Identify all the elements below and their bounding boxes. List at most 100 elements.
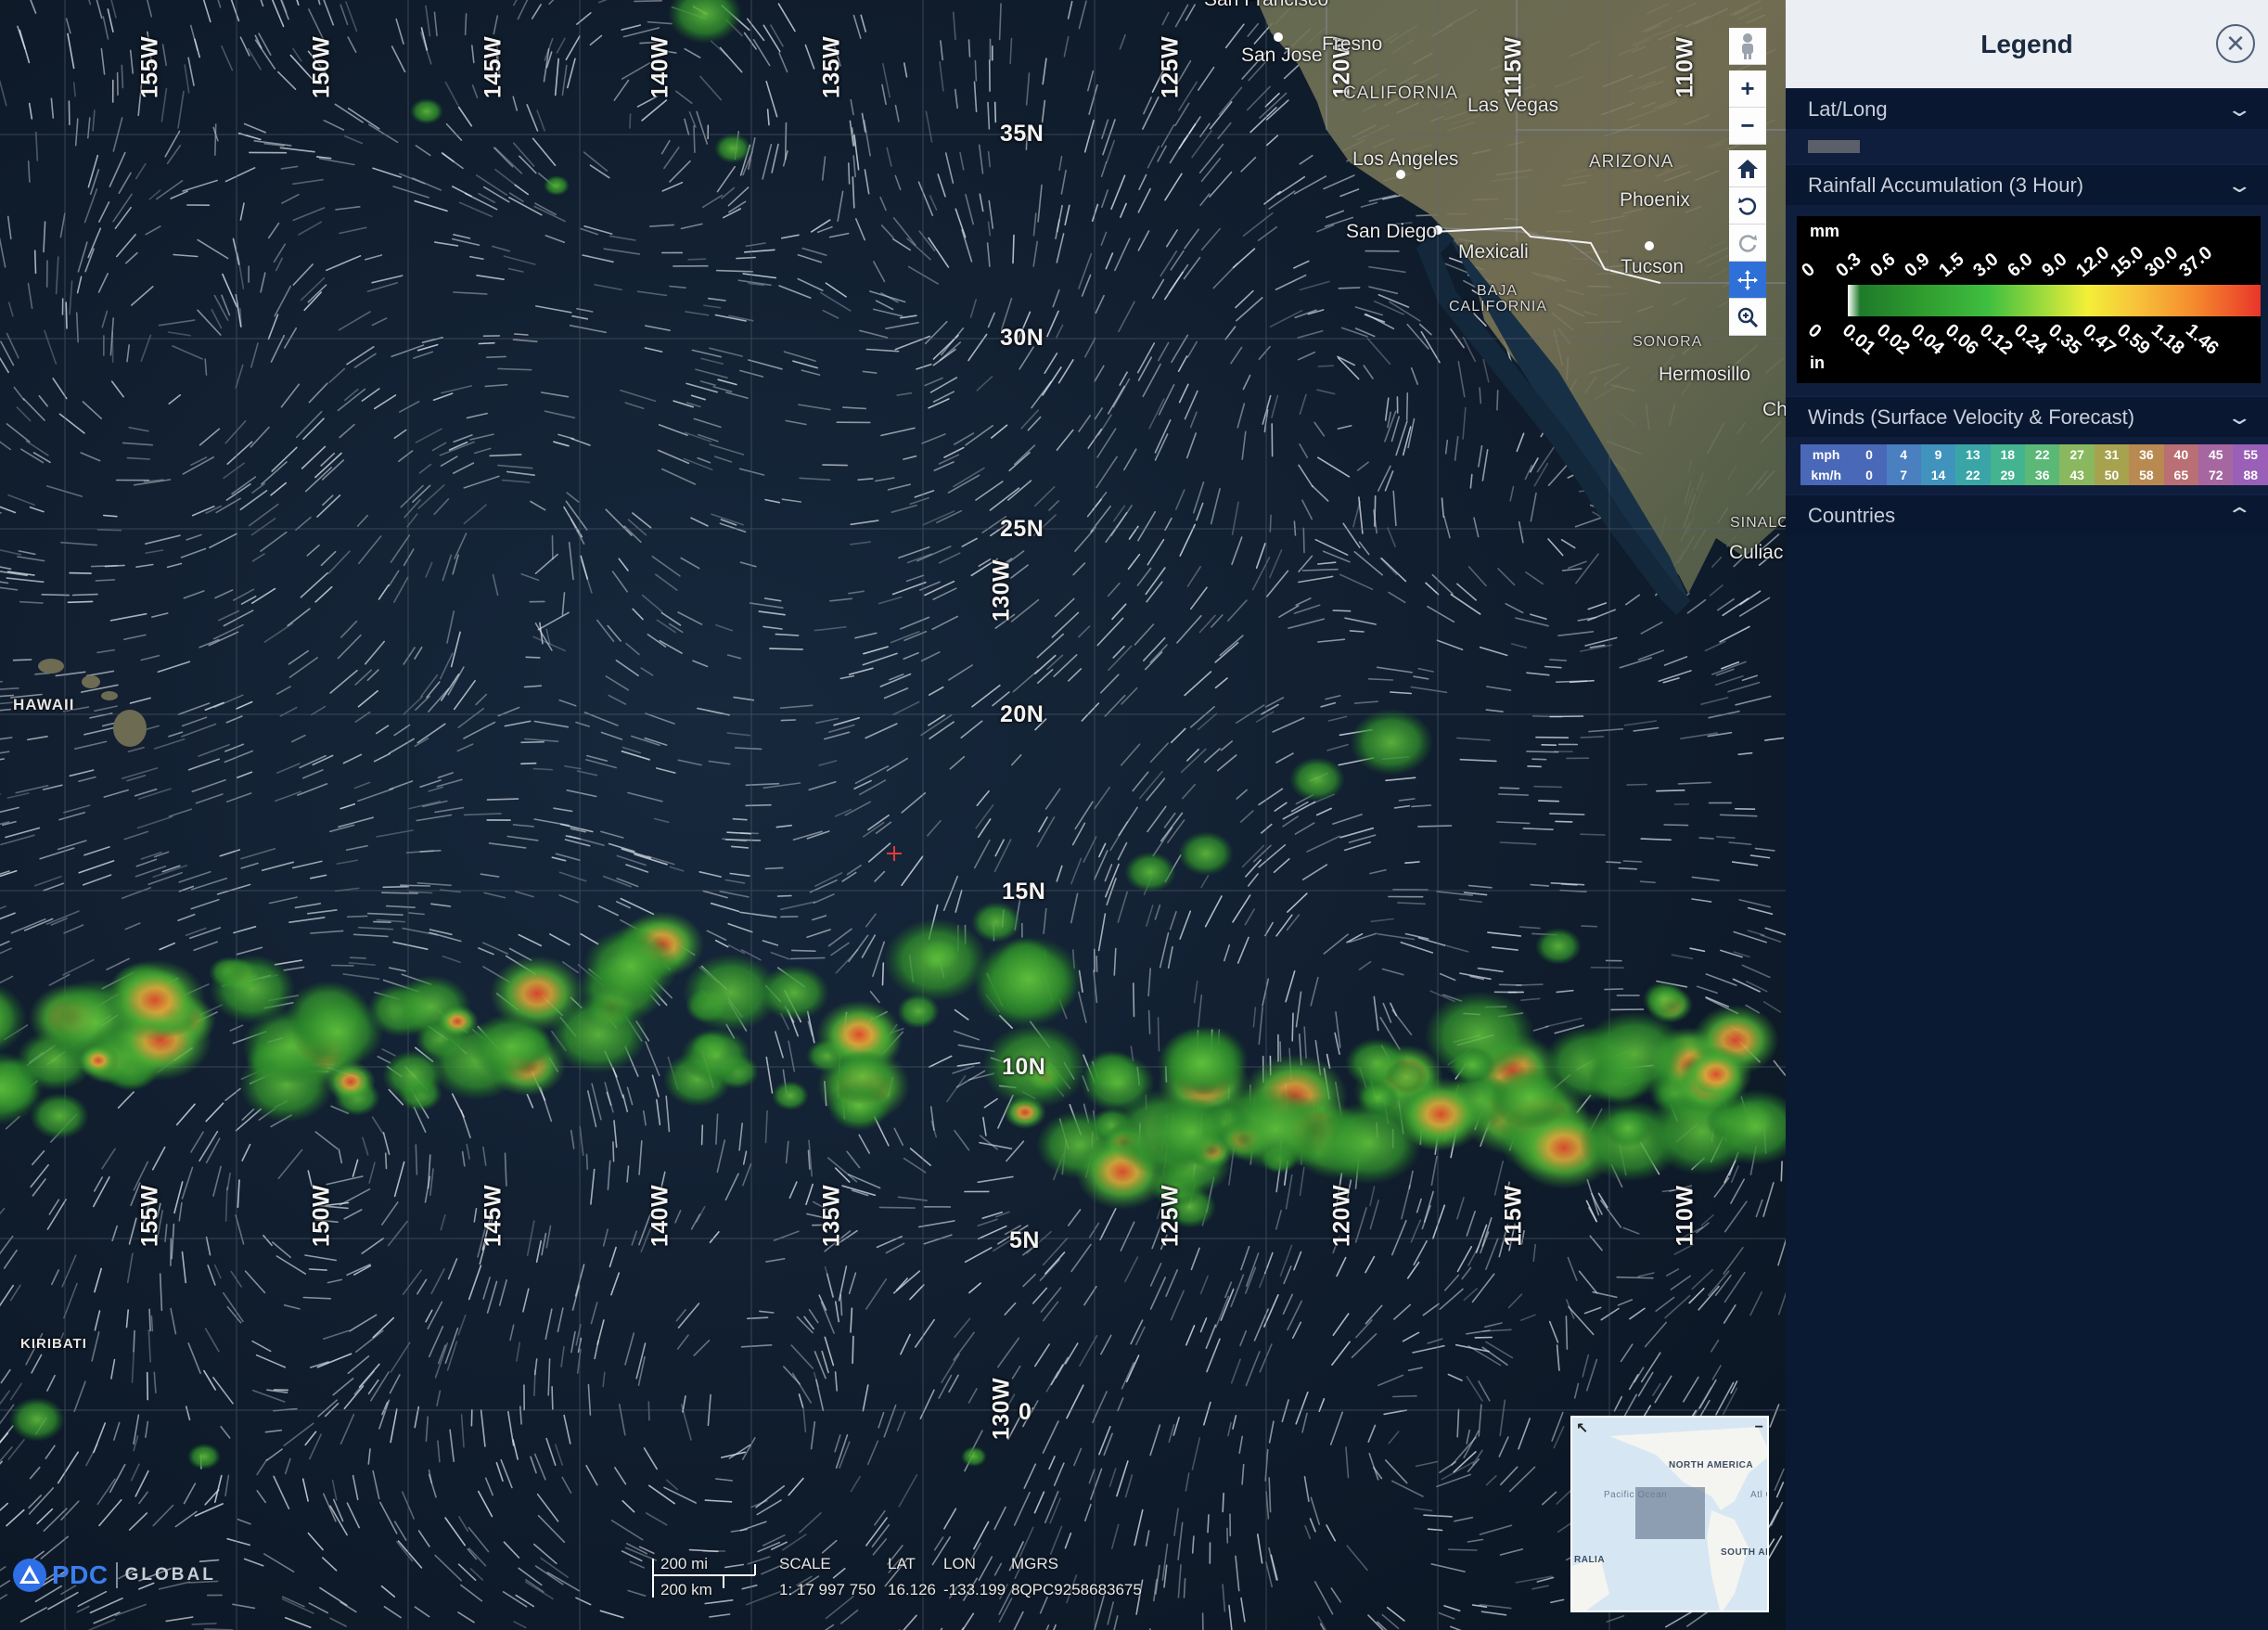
lat-label: LAT: [888, 1555, 916, 1572]
wind-mph-value: 40: [2163, 444, 2199, 465]
place-label-baja-california: CALIFORNIA: [1449, 299, 1548, 314]
lon-label-110w-bottom: 110W: [1672, 1185, 1698, 1247]
rain-tick-mm: 0.3: [1832, 249, 1865, 282]
lon-label-110w-top: 110W: [1672, 36, 1698, 98]
legend-section-countries[interactable]: Countries ⌃: [1786, 494, 2268, 535]
pdc-global-logo[interactable]: PDC GLOBAL: [11, 1557, 216, 1594]
zoom-box-button[interactable]: [1729, 299, 1766, 336]
legend-section-latlong[interactable]: Lat/Long ⌄: [1786, 88, 2268, 129]
rain-tick-in: 0.35: [2044, 320, 2085, 359]
wind-mph-value: 13: [1955, 444, 1991, 465]
wind-kmh-value: 72: [2198, 465, 2234, 485]
wind-kmh-value: 22: [1955, 465, 1991, 485]
rain-gradient-bar: [1848, 285, 2261, 316]
lon-label-150w-bottom: 150W: [308, 1184, 335, 1248]
lat-label-10n: 10N: [1002, 1054, 1046, 1080]
wind-row-kmh: km/h 0 7 14 22 29 36 43 50 58 65 72 88: [1800, 465, 2268, 485]
place-label-california: CALIFORNIA: [1343, 83, 1459, 103]
street-view-button[interactable]: [1729, 28, 1766, 65]
map-canvas[interactable]: 35N 30N 25N 20N 15N 10N 5N 0 155W 150W 1…: [0, 0, 1786, 1630]
rain-tick-in: 0.01: [1838, 320, 1879, 359]
minimap-label-north-america: NORTH AMERICA: [1669, 1460, 1754, 1470]
lon-label-120w-bottom: 120W: [1328, 1184, 1355, 1248]
rain-unit-in: in: [1810, 353, 1825, 372]
zoom-in-button[interactable]: +: [1729, 71, 1766, 108]
rain-tick-mm: 0: [1798, 259, 1819, 282]
legend-section-winds[interactable]: Winds (Surface Velocity & Forecast) ⌄: [1786, 396, 2268, 437]
pan-icon: [1737, 269, 1758, 290]
rotate-right-icon: [1738, 234, 1757, 252]
overview-minimap[interactable]: ↖ − NORTH AMERICA Pacific Ocean Atl Oc S…: [1570, 1416, 1769, 1612]
lat-label-25n: 25N: [1000, 516, 1044, 542]
place-label-tucson: Tucson: [1621, 256, 1685, 277]
lat-label-0: 0: [1019, 1399, 1032, 1425]
rain-tick-mm: 15.0: [2107, 242, 2148, 282]
rotate-right-button[interactable]: [1729, 225, 1766, 262]
wind-mph-value: 45: [2198, 444, 2234, 465]
mgrs-value: 8QPC9258683675: [1011, 1581, 1142, 1598]
wind-unit-kmh: km/h: [1800, 465, 1852, 485]
place-label-sinaloa: SINALOA: [1730, 515, 1786, 531]
chevron-down-icon: ⌄: [2225, 173, 2253, 197]
logo-global-text: GLOBAL: [124, 1565, 216, 1585]
wind-mph-value: 18: [1990, 444, 2026, 465]
lon-label-155w-bottom: 155W: [136, 1184, 163, 1248]
rainfall-colorbar: mm in 0 0.3 0.6 0.9 1.5 3.0 6.0 9.0 12.0 15.0 30.0…: [1797, 216, 2261, 383]
minimap-label-pacific: Pacific Ocean: [1604, 1490, 1668, 1500]
rain-tick-in: 0.04: [1906, 320, 1948, 359]
logo-separator: [115, 1562, 118, 1588]
place-label-baja: BAJA: [1477, 283, 1518, 299]
place-label-kiribati: KIRIBATI: [20, 1336, 87, 1352]
scale-label: SCALE: [779, 1555, 831, 1572]
lon-label-155w-top: 155W: [136, 35, 163, 99]
lon-label-115w-top: 115W: [1500, 36, 1527, 98]
lon-label-145w-top: 145W: [480, 35, 506, 99]
lon-label: LON: [943, 1555, 976, 1572]
rain-tick-mm: 1.5: [1935, 249, 1968, 282]
legend-section-rainfall[interactable]: Rainfall Accumulation (3 Hour) ⌄: [1786, 164, 2268, 205]
legend-header: Legend ✕: [1786, 0, 2268, 88]
legend-close-button[interactable]: ✕: [2216, 24, 2255, 63]
close-icon: ✕: [2225, 29, 2246, 58]
scale-km: 200 km: [660, 1581, 712, 1598]
wind-speed-scale: mph 0 4 9 13 18 22 27 31 36 40 45 55 km/h 0 7 14 22 29 3…: [1800, 444, 2268, 485]
wind-mph-value: 9: [1920, 444, 1956, 465]
chevron-down-icon: ⌄: [2225, 404, 2253, 429]
legend-panel: Legend ✕ Lat/Long ⌄ Rainfall Accumulatio…: [1786, 0, 2268, 1630]
place-label-phoenix: Phoenix: [1620, 189, 1690, 211]
zoom-out-button[interactable]: −: [1729, 108, 1766, 145]
center-crosshair: [887, 846, 902, 861]
lon-value: -133.199: [943, 1581, 1006, 1598]
rain-tick-mm: 0.6: [1866, 249, 1900, 282]
minimap-expand-icon[interactable]: ↖: [1576, 1419, 1588, 1438]
lat-label-15n: 15N: [1002, 879, 1046, 905]
place-label-san-jose: San Jose: [1241, 45, 1323, 66]
map-application: 35N 30N 25N 20N 15N 10N 5N 0 155W 150W 1…: [0, 0, 2268, 1630]
wind-mph-value: 31: [2094, 444, 2130, 465]
logo-pdc-text: PDC: [52, 1560, 109, 1589]
rain-tick-mm: 3.0: [1969, 249, 2003, 282]
rain-tick-mm: 9.0: [2038, 249, 2071, 282]
place-label-culiacan: Culiac: [1729, 542, 1784, 563]
wind-mph-value: 4: [1886, 444, 1921, 465]
minimap-collapse-icon[interactable]: −: [1755, 1419, 1763, 1436]
minimap-label-australia: RALIA: [1574, 1555, 1606, 1565]
rotate-left-button[interactable]: [1729, 187, 1766, 225]
home-button[interactable]: [1729, 150, 1766, 187]
lon-label-125w-top: 125W: [1157, 35, 1184, 99]
minimap-label-atlantic: Atl Oc: [1750, 1490, 1767, 1500]
wind-kmh-value: 14: [1920, 465, 1956, 485]
pan-button[interactable]: [1729, 262, 1766, 299]
lon-label-115w-bottom: 115W: [1500, 1185, 1527, 1247]
rain-tick-in: 0.24: [2009, 320, 2051, 359]
place-label-ch: Ch: [1762, 399, 1786, 420]
wind-kmh-value: 7: [1886, 465, 1921, 485]
zoom-box-icon: [1737, 307, 1759, 327]
place-label-las-vegas: Las Vegas: [1467, 95, 1559, 116]
chevron-up-icon: ⌃: [2225, 503, 2253, 527]
legend-title: Legend: [1980, 29, 2073, 58]
section-title-rainfall: Rainfall Accumulation (3 Hour): [1808, 173, 2084, 197]
rain-tick-in: 0: [1803, 320, 1826, 343]
wind-kmh-value: 29: [1990, 465, 2026, 485]
section-title-winds: Winds (Surface Velocity & Forecast): [1808, 404, 2135, 429]
